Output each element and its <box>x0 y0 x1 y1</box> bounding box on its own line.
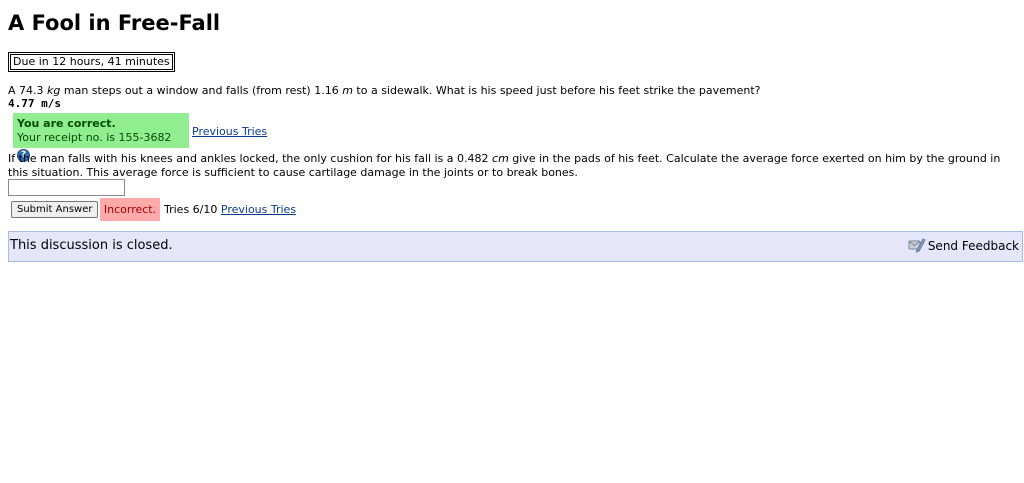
feedback-icon <box>908 237 926 257</box>
receipt-text: Your receipt no. is 155-3682 <box>17 131 172 144</box>
previous-tries-link-1[interactable]: Previous Tries <box>192 125 267 139</box>
due-date-box: Due in 12 hours, 41 minutes <box>8 52 175 72</box>
tries-count: Tries 6/10 <box>164 203 218 216</box>
question-1-unit-m: m <box>342 84 353 97</box>
question-1-part-c: to a sidewalk. What is his speed just be… <box>352 84 761 97</box>
correct-feedback-box: You are correct. Your receipt no. is 155… <box>13 113 189 162</box>
question-1-part-a: A 74.3 <box>8 84 48 97</box>
answer-input[interactable] <box>8 179 125 196</box>
discussion-bar: This discussion is closed. Send Feedback <box>8 231 1023 262</box>
tries-line: Tries 6/10 Previous Tries <box>164 203 296 217</box>
previous-tries-link-2[interactable]: Previous Tries <box>221 203 296 216</box>
question-2-part-a: If the man falls with his knees and ankl… <box>8 152 493 165</box>
correct-title: You are correct. <box>17 117 116 130</box>
question-1-part-b: man steps out a window and falls (from r… <box>60 84 343 97</box>
question-1-answer: 4.77 m/s <box>8 97 61 110</box>
question-1-unit-kg: kg <box>47 84 61 97</box>
page: A Fool in Free-Fall Due in 12 hours, 41 … <box>0 0 1024 483</box>
send-feedback-label: Send Feedback <box>927 239 1019 253</box>
page-title: A Fool in Free-Fall <box>8 11 221 35</box>
question-1-text: A 74.3 kg man steps out a window and fal… <box>8 84 761 98</box>
question-2-text: If the man falls with his knees and ankl… <box>8 152 1008 180</box>
incorrect-status-badge: Incorrect. <box>100 198 160 221</box>
submit-answer-button[interactable]: Submit Answer <box>11 201 99 218</box>
question-2-unit-cm: cm <box>492 152 509 165</box>
send-feedback-link[interactable]: Send Feedback <box>908 237 1019 257</box>
due-date-text: Due in 12 hours, 41 minutes <box>10 54 173 70</box>
discussion-status: This discussion is closed. <box>10 238 173 253</box>
